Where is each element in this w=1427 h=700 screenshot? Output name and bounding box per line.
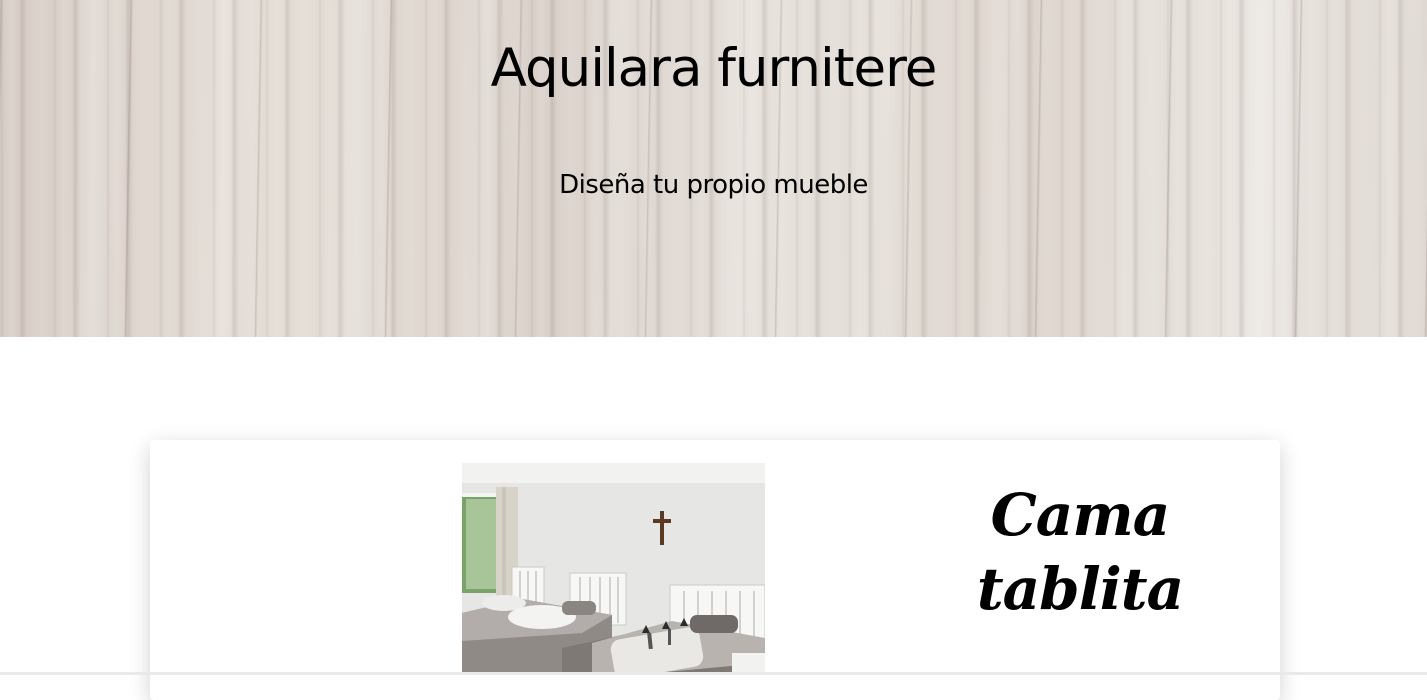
site-title: Aquilara furnitere — [490, 38, 938, 99]
bedroom-photo-image[interactable] — [462, 463, 765, 675]
product-title[interactable]: Cama tablita — [900, 478, 1260, 626]
hero-banner: Aquilara furnitere Diseña tu propio mueb… — [0, 0, 1427, 337]
site-subtitle: Diseña tu propio mueble — [559, 170, 868, 200]
bedroom-photo-icon — [462, 463, 765, 675]
product-title-line2: tablita — [976, 555, 1184, 623]
product-title-line1: Cama — [990, 481, 1171, 549]
